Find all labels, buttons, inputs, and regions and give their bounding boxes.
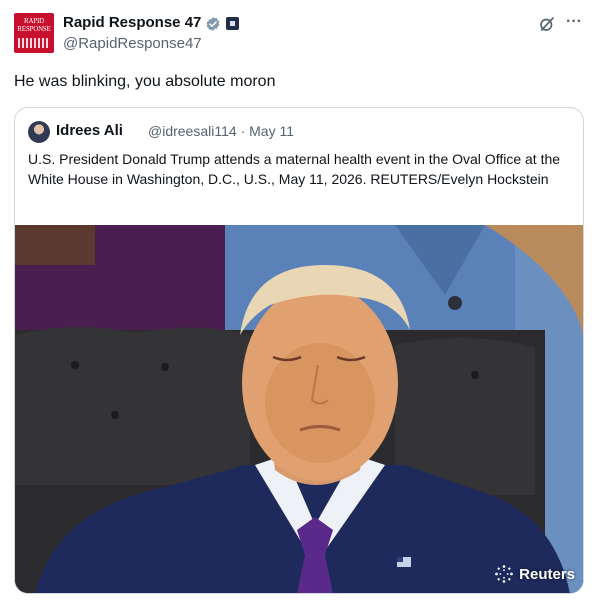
- affiliation-badge-icon[interactable]: [226, 17, 239, 30]
- author-handle[interactable]: @RapidResponse47: [63, 35, 202, 52]
- grok-icon[interactable]: [538, 15, 556, 33]
- quoted-post-text: U.S. President Donald Trump attends a ma…: [28, 151, 561, 187]
- quoted-author-avatar[interactable]: [28, 121, 50, 143]
- verified-icon[interactable]: [205, 16, 221, 32]
- meta-separator: ·: [240, 123, 246, 139]
- photo-credit: Reuters: [494, 564, 575, 584]
- tweet-card: RAPID RESPONSE Rapid Response 47 @RapidR…: [0, 0, 599, 600]
- quoted-author-meta: @idreesali114 · May 11: [148, 123, 294, 139]
- reuters-logo-icon: [495, 565, 513, 583]
- quoted-author-handle[interactable]: @idreesali114: [148, 123, 237, 139]
- avatar-logo-text: RAPID RESPONSE: [17, 17, 51, 33]
- more-options-icon[interactable]: ···: [566, 13, 582, 31]
- photo-illustration: [15, 225, 583, 593]
- quoted-tweet[interactable]: Idrees Ali @idreesali114 · May 11 U.S. P…: [14, 107, 584, 594]
- avatar-logo-stripes: [18, 38, 50, 48]
- post-text: He was blinking, you absolute moron: [14, 73, 276, 90]
- author-display-name[interactable]: Rapid Response 47: [63, 14, 201, 31]
- author-avatar[interactable]: RAPID RESPONSE: [14, 13, 54, 53]
- quoted-author-name[interactable]: Idrees Ali: [56, 122, 123, 139]
- quoted-post-photo[interactable]: Reuters: [15, 225, 583, 593]
- quoted-post-date[interactable]: May 11: [249, 123, 294, 139]
- photo-credit-label: Reuters: [519, 565, 575, 583]
